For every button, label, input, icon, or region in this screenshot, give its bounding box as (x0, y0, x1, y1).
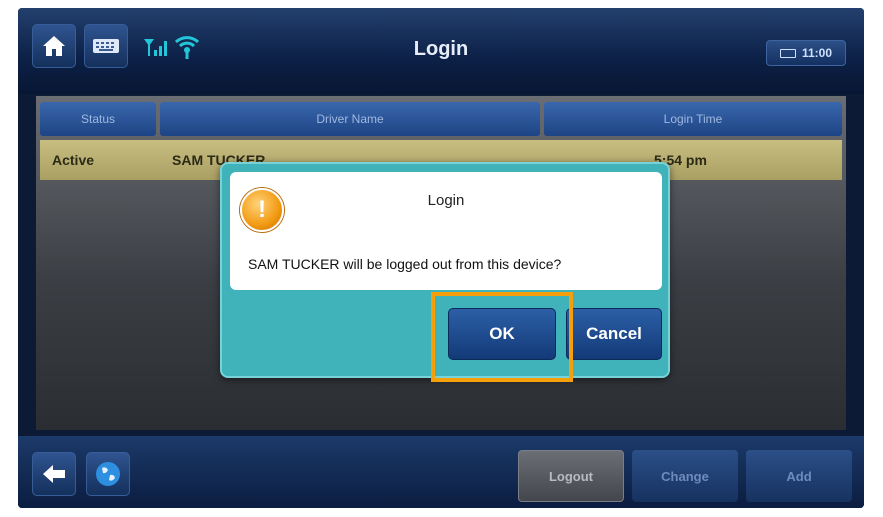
table-header: Status Driver Name Login Time (40, 102, 842, 136)
column-login-time[interactable]: Login Time (544, 102, 842, 136)
dialog-title: Login (427, 192, 465, 209)
ok-highlight-box (431, 292, 573, 382)
add-button[interactable]: Add (746, 450, 852, 502)
column-driver-name[interactable]: Driver Name (160, 102, 540, 136)
language-button[interactable] (86, 452, 130, 496)
dialog-message: SAM TUCKER will be logged out from this … (248, 256, 562, 272)
page-title: Login (413, 38, 469, 60)
bottom-bar: Logout Change Add (18, 436, 864, 508)
battery-icon (779, 48, 796, 58)
dialog-message-box: ! Login SAM TUCKER will be logged out fr… (230, 172, 662, 290)
column-status[interactable]: Status (40, 102, 156, 136)
logout-button[interactable]: Logout (518, 450, 624, 502)
cancel-button[interactable]: Cancel (566, 308, 662, 360)
back-arrow-icon (43, 465, 65, 483)
change-button[interactable]: Change (632, 450, 738, 502)
back-button[interactable] (32, 452, 76, 496)
clock-time: 11:00 (801, 46, 833, 60)
globe-icon (96, 462, 120, 486)
clock-display: 11:00 (766, 40, 846, 66)
top-bar: Login 11:00 (18, 8, 864, 94)
row-status: Active (52, 152, 95, 168)
